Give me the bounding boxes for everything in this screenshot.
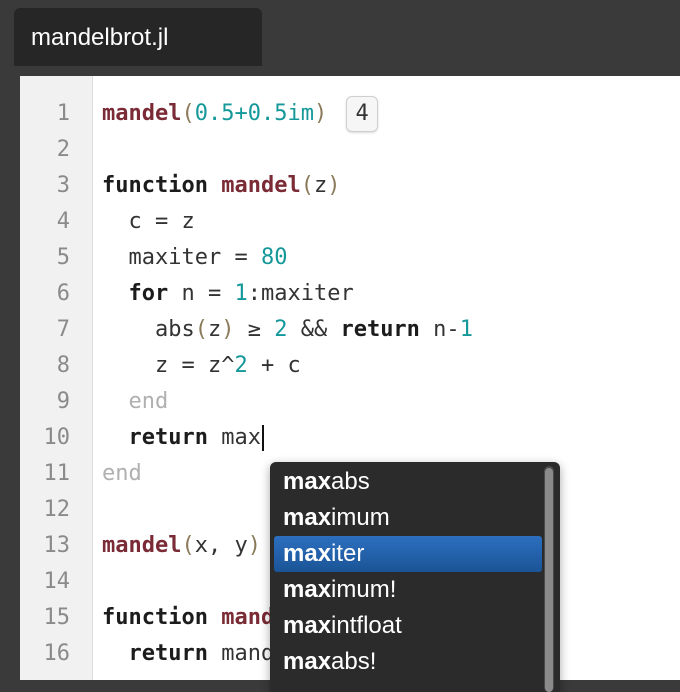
code-token: ≥ xyxy=(234,317,275,342)
code-token: end xyxy=(102,461,142,486)
autocomplete-rest: imum xyxy=(331,504,390,531)
code-token: ) xyxy=(327,173,341,198)
autocomplete-rest: intfloat xyxy=(331,612,402,639)
tab-bar: mandelbrot.jl xyxy=(0,0,680,66)
code-token: function xyxy=(102,173,208,198)
code-token: c = z xyxy=(102,209,195,234)
autocomplete-rest: abs xyxy=(331,468,370,495)
code-line-13: mandel(x, y) xyxy=(102,528,261,564)
tab-title: mandelbrot.jl xyxy=(31,24,169,51)
line-number: 16 xyxy=(43,641,71,666)
code-line-7: abs(z) ≥ 2 && return n-1 xyxy=(102,312,473,348)
line-number: 10 xyxy=(43,425,71,450)
autocomplete-match: max xyxy=(283,504,332,531)
line-number: 9 xyxy=(56,389,70,414)
code-line-3: function mandel(z) xyxy=(102,168,340,204)
code-token: ( xyxy=(181,533,195,558)
line-number: 5 xyxy=(56,245,70,270)
code-token: + c xyxy=(247,353,301,378)
autocomplete-rest: imum! xyxy=(331,576,397,603)
autocomplete-item[interactable]: maxabs! xyxy=(274,644,542,680)
line-number: 4 xyxy=(56,209,70,234)
code-line-10: return max xyxy=(102,420,264,456)
code-token: ) xyxy=(221,317,235,342)
text-cursor xyxy=(261,425,264,451)
code-token: 1 xyxy=(234,281,248,306)
autocomplete-scrollbar-thumb[interactable] xyxy=(545,468,553,692)
code-line-8: z = z^2 + c xyxy=(102,348,301,384)
code-token: max xyxy=(207,425,261,450)
code-token: return xyxy=(128,425,208,450)
code-token: z xyxy=(313,173,328,198)
code-token: end xyxy=(128,389,169,414)
line-number: 11 xyxy=(43,461,71,486)
code-line-1: mandel(0.5+0.5im) 4 xyxy=(102,96,378,132)
code-token: ( xyxy=(181,101,195,126)
code-line-4: c = z xyxy=(102,204,195,240)
code-token: mandel xyxy=(221,173,301,198)
line-number: 12 xyxy=(43,497,71,522)
autocomplete-popup: maxabs maximum maxiter maximum! maxintfl… xyxy=(270,462,560,692)
autocomplete-match: max xyxy=(283,612,332,639)
code-token: n- xyxy=(419,317,460,342)
line-number: 3 xyxy=(56,173,70,198)
code-token: x, y xyxy=(194,533,248,558)
tab-mandelbrot[interactable]: mandelbrot.jl xyxy=(14,8,262,66)
code-line-9: end xyxy=(102,384,169,420)
code-token: ( xyxy=(300,173,314,198)
autocomplete-item[interactable]: maximum xyxy=(274,500,542,536)
code-token: 1 xyxy=(459,317,473,342)
code-token: :maxiter xyxy=(247,281,354,306)
code-token: mandel xyxy=(102,533,182,558)
code-token: function xyxy=(102,605,208,630)
code-token: ( xyxy=(194,317,208,342)
code-token: for xyxy=(128,281,169,306)
line-number: 14 xyxy=(43,569,71,594)
code-token: return xyxy=(340,317,420,342)
code-token: abs xyxy=(102,317,195,342)
code-token: && xyxy=(287,317,341,342)
autocomplete-rest: abs! xyxy=(331,648,377,675)
line-number: 15 xyxy=(43,605,71,630)
autocomplete-match: max xyxy=(283,540,332,567)
code-token: z = z^ xyxy=(102,353,235,378)
code-token: maxiter = xyxy=(102,245,261,270)
line-number: 7 xyxy=(56,317,70,342)
autocomplete-item[interactable]: maximum! xyxy=(274,572,542,608)
code-line-11: end xyxy=(102,456,142,492)
code-token: 2 xyxy=(274,317,288,342)
line-number: 6 xyxy=(56,281,70,306)
line-number: 2 xyxy=(56,137,70,162)
code-token: 0.5+0.5im xyxy=(194,101,314,126)
line-number: 13 xyxy=(43,533,71,558)
autocomplete-item-selected[interactable]: maxiter xyxy=(274,536,542,572)
code-token: n = xyxy=(168,281,235,306)
code-token: return xyxy=(128,641,208,666)
code-line-6: for n = 1:maxiter xyxy=(102,276,354,312)
code-token: ) xyxy=(313,101,328,126)
code-token: ) xyxy=(247,533,261,558)
code-token: mandel xyxy=(102,101,182,126)
code-token: 80 xyxy=(260,245,288,270)
code-token: z xyxy=(207,317,222,342)
line-number: 8 xyxy=(56,353,70,378)
inline-result-badge[interactable]: 4 xyxy=(346,96,378,132)
line-number: 1 xyxy=(56,101,70,126)
autocomplete-item[interactable]: maxintfloat xyxy=(274,608,542,644)
autocomplete-match: max xyxy=(283,576,332,603)
code-line-5: maxiter = 80 xyxy=(102,240,287,276)
autocomplete-rest: iter xyxy=(331,540,365,567)
autocomplete-item[interactable]: maxabs xyxy=(274,464,542,500)
code-token: 2 xyxy=(234,353,248,378)
autocomplete-match: max xyxy=(283,648,332,675)
line-number-gutter: 1 2 3 4 5 6 7 8 9 10 11 12 13 14 15 16 xyxy=(20,76,93,680)
autocomplete-match: max xyxy=(283,468,332,495)
